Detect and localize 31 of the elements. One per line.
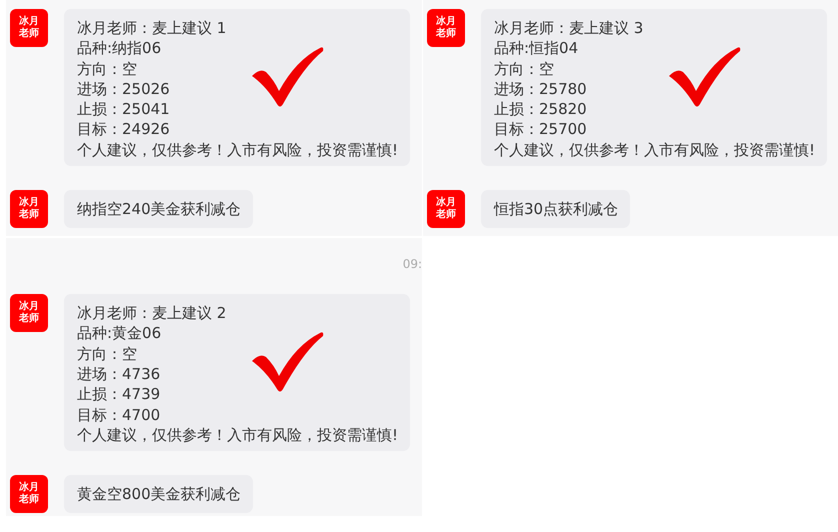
message-line: 方向：空	[77, 58, 138, 79]
message-line: 方向：空	[77, 344, 138, 364]
message-bubble: 恒指30点获利减仓	[481, 190, 630, 228]
message-line: 目标：24926	[77, 119, 171, 140]
message-line: 品种:黄金06	[77, 323, 162, 344]
avatar[interactable]: 冰月 老师	[10, 190, 48, 228]
message-bubble: 纳指空240美金获利减仓	[64, 190, 253, 228]
message-line: 止损：25041	[77, 99, 171, 120]
message-line: 止损：4739	[77, 384, 162, 405]
message-line: 进场：25026	[77, 78, 171, 100]
message-line: 冰月老师：麦上建议 2	[77, 303, 228, 324]
message-line: 进场：4736	[77, 364, 162, 384]
message-line: 个人建议，仅供参考！入市有风险，投资需谨慎!	[494, 140, 816, 160]
message-line: 目标：4700	[77, 404, 162, 425]
avatar[interactable]: 冰月 老师	[427, 9, 465, 47]
message-line: 品种:恒指04	[494, 38, 580, 59]
message-line: 冰月老师：麦上建议 1	[77, 18, 228, 38]
timestamp: 09:	[402, 256, 422, 274]
message-line: 目标：25700	[494, 119, 588, 140]
message-line: 品种:纳指06	[77, 38, 162, 59]
message-bubble: 黄金空800美金获利减仓	[64, 475, 253, 514]
message-line: 个人建议，仅供参考！入市有风险，投资需谨慎!	[77, 140, 398, 160]
message-line: 方向：空	[494, 58, 555, 79]
avatar[interactable]: 冰月 老师	[10, 475, 48, 514]
message-line: 止损：25820	[494, 99, 588, 120]
avatar[interactable]: 冰月 老师	[10, 9, 48, 47]
avatar[interactable]: 冰月 老师	[10, 294, 48, 332]
message-line: 个人建议，仅供参考！入市有风险，投资需谨慎!	[77, 424, 398, 446]
message-line: 进场：25780	[494, 78, 588, 100]
avatar[interactable]: 冰月 老师	[427, 190, 465, 228]
message-line: 冰月老师：麦上建议 3	[494, 18, 644, 38]
